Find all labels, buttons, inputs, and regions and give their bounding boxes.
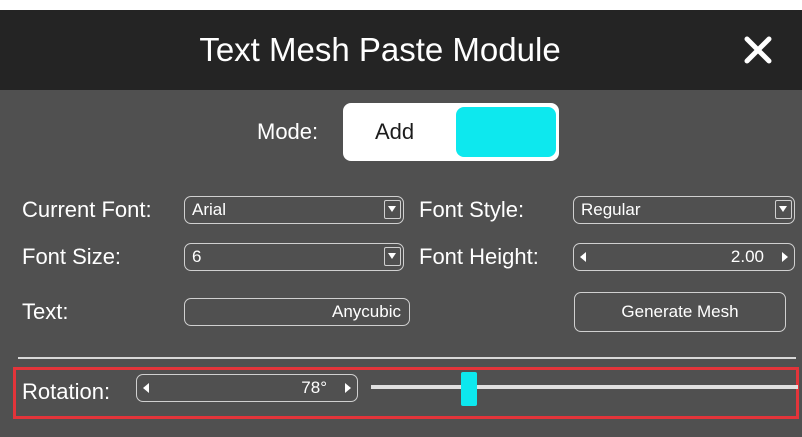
font-style-dropdown[interactable]: Regular [573, 196, 795, 224]
rotation-value: 78° [301, 378, 327, 397]
chevron-down-icon[interactable] [775, 200, 792, 219]
mode-label: Mode: [257, 119, 319, 144]
mode-value: Add [375, 119, 415, 144]
chevron-down-icon[interactable] [384, 247, 401, 266]
window-title: Text Mesh Paste Module [199, 31, 561, 68]
text-label: Text: [22, 299, 69, 324]
close-icon[interactable] [740, 32, 776, 68]
text-input-value: Anycubic [332, 302, 401, 321]
text-mesh-paste-panel: Text Mesh Paste Module Mode: Add Current… [0, 10, 802, 437]
current-font-value: Arial [192, 200, 227, 219]
divider [18, 357, 796, 359]
increment-arrow-icon[interactable] [345, 383, 351, 393]
decrement-arrow-icon[interactable] [143, 383, 149, 393]
font-style-value: Regular [581, 200, 641, 219]
mode-color-swatch[interactable] [456, 107, 556, 157]
font-size-dropdown[interactable]: 6 [184, 243, 404, 271]
rotation-label: Rotation: [22, 379, 111, 404]
rotation-highlight-box [13, 367, 799, 419]
font-height-value: 2.00 [730, 247, 764, 266]
text-input[interactable]: Anycubic [184, 298, 410, 326]
current-font-dropdown[interactable]: Arial [184, 196, 404, 224]
font-style-label: Font Style: [419, 197, 525, 222]
title-bar: Text Mesh Paste Module [0, 10, 802, 90]
font-height-stepper[interactable]: 2.00 [573, 243, 795, 271]
font-height-label: Font Height: [419, 244, 539, 269]
font-size-value: 6 [192, 247, 202, 266]
rotation-slider-track[interactable] [371, 385, 798, 389]
rotation-stepper[interactable]: 78° [136, 374, 358, 402]
mode-toggle[interactable]: Add [343, 103, 559, 161]
font-size-label: Font Size: [22, 244, 122, 269]
rotation-slider-thumb[interactable] [461, 372, 478, 406]
increment-arrow-icon[interactable] [782, 252, 788, 262]
current-font-label: Current Font: [22, 197, 152, 222]
decrement-arrow-icon[interactable] [580, 252, 586, 262]
generate-mesh-button[interactable]: Generate Mesh [574, 292, 786, 332]
chevron-down-icon[interactable] [384, 200, 401, 219]
